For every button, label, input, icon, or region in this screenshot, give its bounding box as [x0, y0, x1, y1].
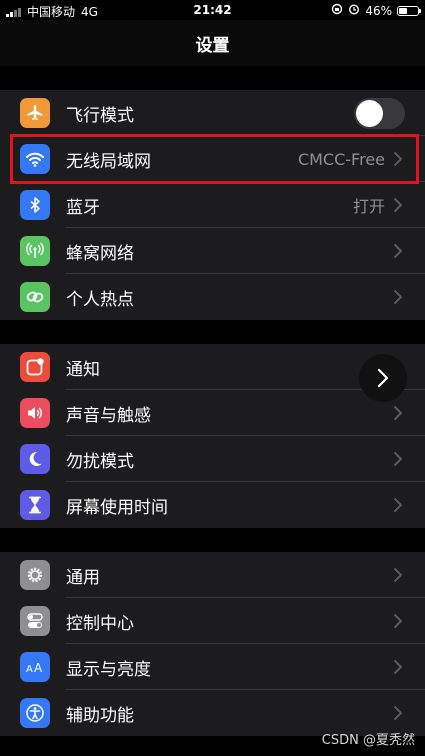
status-bar: 中国移动 4G 21:42 46%	[0, 0, 425, 20]
sound-icon	[20, 398, 50, 428]
accessibility-icon	[20, 698, 50, 728]
bluetooth-icon	[20, 190, 50, 220]
settings-row[interactable]: 通用	[0, 552, 425, 598]
settings-row-label: 通知	[66, 359, 100, 380]
cellular-icon	[20, 236, 50, 266]
section-gap	[0, 528, 425, 552]
settings-row-label: 个人热点	[66, 289, 134, 310]
settings-row-label: 勿扰模式	[66, 451, 134, 472]
settings-row-label: 辅助功能	[66, 705, 134, 726]
alarm-icon	[348, 3, 360, 18]
settings-row-label: 屏幕使用时间	[66, 497, 168, 518]
settings-row-label: 声音与触感	[66, 405, 151, 426]
settings-group: 飞行模式无线局域网 CMCC-Free 蓝牙 打开蜂窝网络个人热点	[0, 90, 425, 320]
section-gap	[0, 66, 425, 90]
chevron-right-icon	[394, 152, 402, 166]
settings-row[interactable]: 个人热点	[0, 274, 425, 320]
settings-row-label: 无线局域网	[66, 151, 151, 172]
settings-row[interactable]: 蜂窝网络	[0, 228, 425, 274]
chevron-right-icon	[394, 198, 402, 212]
svg-text:A: A	[26, 664, 33, 675]
gear-icon	[20, 560, 50, 590]
notification-icon	[20, 352, 50, 382]
page-title: 设置	[195, 35, 230, 56]
settings-row-label: 控制中心	[66, 613, 134, 634]
hotspot-icon	[20, 282, 50, 312]
chevron-right-icon	[394, 706, 402, 720]
text-size-icon: AA	[20, 652, 50, 682]
moon-icon	[20, 444, 50, 474]
nav-bar: 设置	[0, 20, 425, 66]
watermark: CSDN @夏秃然	[321, 733, 415, 748]
settings-group: 通用控制中心 A A 显示与亮度辅助功能	[0, 552, 425, 736]
settings-row-value: CMCC-Free	[297, 149, 385, 169]
chevron-right-icon	[377, 368, 389, 388]
chevron-right-icon	[394, 568, 402, 582]
settings-row[interactable]: 控制中心	[0, 598, 425, 644]
settings-row[interactable]: 声音与触感	[0, 390, 425, 436]
settings-row-label: 通用	[66, 567, 100, 588]
settings-row-label: 蜂窝网络	[66, 243, 134, 264]
chevron-right-icon	[394, 406, 402, 420]
settings-row[interactable]: 飞行模式	[0, 90, 425, 136]
settings-row-label: 显示与亮度	[66, 659, 151, 680]
settings-list: 飞行模式无线局域网 CMCC-Free 蓝牙 打开蜂窝网络个人热点通知声音与触感勿扰模…	[0, 66, 425, 736]
section-gap	[0, 320, 425, 344]
chevron-right-icon	[394, 452, 402, 466]
wifi-icon	[20, 144, 50, 174]
chevron-right-icon	[394, 660, 402, 674]
floating-assist-button[interactable]	[359, 354, 407, 402]
chevron-right-icon	[394, 498, 402, 512]
settings-row-label: 蓝牙	[66, 197, 100, 218]
hourglass-icon	[20, 490, 50, 520]
settings-row[interactable]: A A 显示与亮度	[0, 644, 425, 690]
settings-row-label: 飞行模式	[66, 105, 134, 126]
airplane-icon	[20, 98, 50, 128]
chevron-right-icon	[394, 614, 402, 628]
battery-icon	[397, 5, 421, 16]
settings-row[interactable]: 屏幕使用时间	[0, 482, 425, 528]
settings-row-value: 打开	[352, 197, 385, 216]
settings-row[interactable]: 蓝牙 打开	[0, 182, 425, 228]
switches-icon	[20, 606, 50, 636]
settings-row[interactable]: 勿扰模式	[0, 436, 425, 482]
airplane-mode-toggle[interactable]	[354, 97, 405, 129]
settings-row[interactable]: 无线局域网 CMCC-Free	[0, 136, 425, 182]
toggle-knob	[356, 99, 383, 127]
rotation-lock-icon	[331, 3, 343, 18]
svg-text:A: A	[34, 661, 43, 675]
battery-percent: 46%	[365, 3, 392, 18]
chevron-right-icon	[394, 290, 402, 304]
chevron-right-icon	[394, 244, 402, 258]
